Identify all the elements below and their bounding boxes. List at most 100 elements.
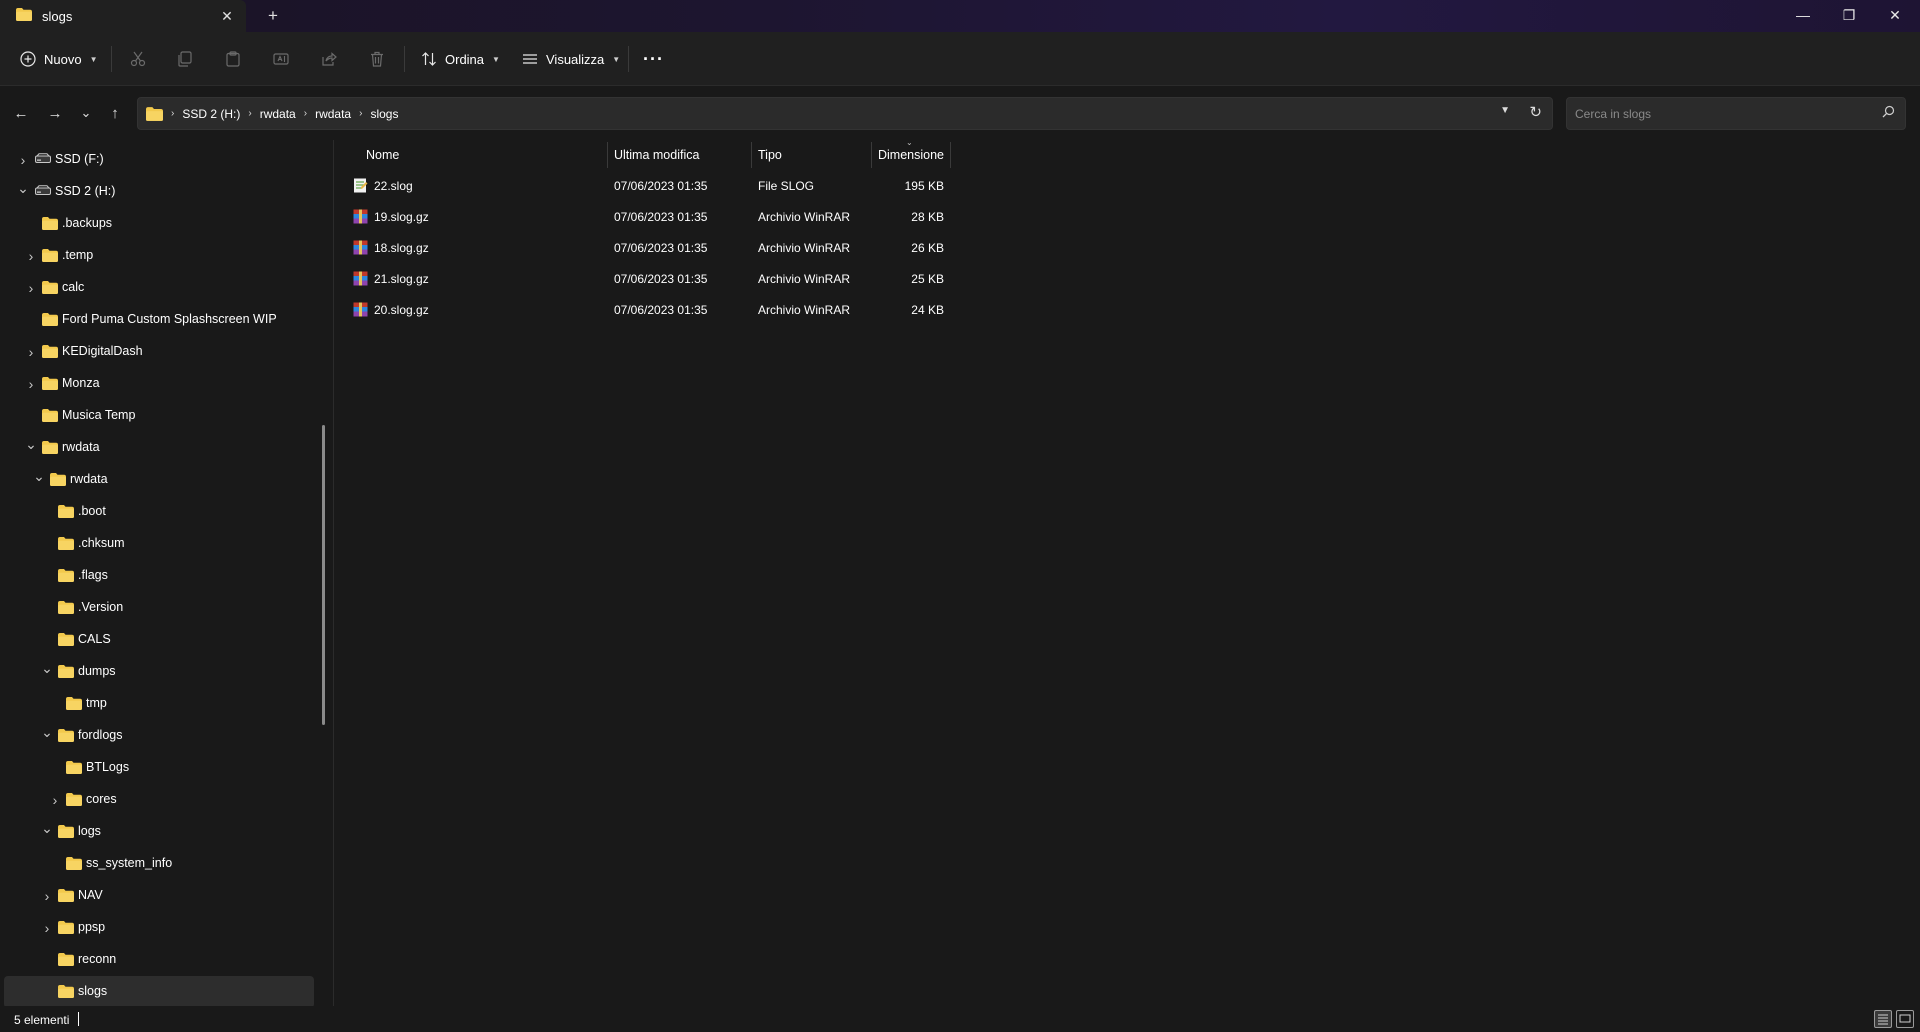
chevron-right-icon[interactable]: › (24, 376, 38, 392)
sidebar-item[interactable]: slogs (4, 976, 314, 1008)
maximize-button[interactable]: ❐ (1826, 0, 1872, 30)
up-button[interactable]: ↑ (102, 100, 128, 126)
back-button[interactable]: ← (8, 100, 34, 126)
sidebar-item[interactable]: .backups (4, 208, 314, 240)
sidebar-item[interactable]: Musica Temp (4, 400, 314, 432)
column-type[interactable]: Tipo (758, 148, 782, 162)
recent-locations-button[interactable]: ⌄ (73, 100, 99, 126)
chevron-right-icon[interactable]: › (48, 792, 62, 808)
sidebar-item[interactable]: › .temp (4, 240, 314, 272)
column-name[interactable]: Nome (366, 148, 399, 162)
pane-divider[interactable] (333, 140, 334, 1006)
sidebar-item[interactable]: ⌄ rwdata (4, 464, 314, 496)
search-icon[interactable] (1882, 105, 1895, 121)
tiles-view-button[interactable] (1896, 1010, 1914, 1028)
sidebar-item[interactable]: CALS (4, 624, 314, 656)
file-modified: 07/06/2023 01:35 (614, 179, 708, 193)
chevron-right-icon: › (248, 108, 252, 119)
search-input[interactable] (1575, 105, 1875, 123)
tab-slogs[interactable]: slogs ✕ (0, 0, 246, 32)
breadcrumb-rwdata[interactable]: rwdata (260, 107, 296, 121)
chevron-right-icon[interactable]: › (16, 152, 30, 168)
details-view-button[interactable] (1874, 1010, 1892, 1028)
column-divider[interactable] (950, 142, 951, 168)
sidebar-item[interactable]: ⌄ rwdata (4, 432, 314, 464)
column-modified[interactable]: Ultima modifica (614, 148, 699, 162)
file-row[interactable]: 18.slog.gz 07/06/2023 01:35 Archivio WinRA… (340, 233, 960, 264)
close-tab-icon[interactable]: ✕ (218, 7, 236, 25)
sidebar-item[interactable]: › calc (4, 272, 314, 304)
file-row[interactable]: 19.slog.gz 07/06/2023 01:35 Archivio WinRA… (340, 202, 960, 233)
sidebar-item[interactable]: › ppsp (4, 912, 314, 944)
sidebar-item[interactable]: › Monza (4, 368, 314, 400)
view-button[interactable]: Visualizza ▼ (522, 42, 620, 76)
sidebar-item[interactable]: › cores (4, 784, 314, 816)
sidebar-item[interactable]: .boot (4, 496, 314, 528)
sidebar-item[interactable]: ss_system_info (4, 848, 314, 880)
chevron-down-icon[interactable]: ⌄ (40, 724, 54, 740)
file-size: 25 KB (911, 272, 944, 286)
delete-icon[interactable] (367, 49, 387, 69)
folder-icon (58, 633, 74, 649)
folder-icon (58, 921, 74, 937)
sidebar-scrollbar[interactable] (322, 425, 325, 725)
sidebar-item[interactable]: tmp (4, 688, 314, 720)
new-button[interactable]: Nuovo ▼ (20, 42, 98, 76)
sidebar-item[interactable]: Ford Puma Custom Splashscreen WIP (4, 304, 314, 336)
address-bar[interactable]: › SSD 2 (H:) › rwdata › rwdata › slogs ▼… (137, 97, 1553, 130)
file-row[interactable]: 21.slog.gz 07/06/2023 01:35 Archivio WinRA… (340, 264, 960, 295)
chevron-down-icon[interactable]: ⌄ (40, 660, 54, 676)
refresh-icon[interactable]: ↻ (1529, 103, 1542, 121)
chevron-right-icon[interactable]: › (24, 248, 38, 264)
paste-icon[interactable] (223, 49, 243, 69)
forward-button[interactable]: → (42, 100, 68, 126)
address-history-chevron-icon[interactable]: ▼ (1500, 105, 1510, 116)
chevron-down-icon[interactable]: ⌄ (40, 820, 54, 836)
sidebar-item-label: .backups (62, 216, 113, 230)
file-size: 24 KB (911, 303, 944, 317)
breadcrumb-drive[interactable]: SSD 2 (H:) (182, 107, 240, 121)
folder-icon (42, 345, 58, 361)
sidebar-item[interactable]: BTLogs (4, 752, 314, 784)
chevron-down-icon[interactable]: ⌄ (32, 468, 46, 484)
sidebar-item[interactable]: › KEDigitalDash (4, 336, 314, 368)
new-tab-button[interactable]: + (262, 5, 284, 27)
chevron-right-icon[interactable]: › (24, 344, 38, 360)
sidebar-item[interactable]: reconn (4, 944, 314, 976)
rename-icon[interactable] (271, 49, 291, 69)
sidebar-item[interactable]: ⌄ SSD 2 (H:) (4, 176, 314, 208)
sidebar-item[interactable]: .flags (4, 560, 314, 592)
sidebar-item[interactable]: ⌄ logs (4, 816, 314, 848)
breadcrumb-rwdata-sub[interactable]: rwdata (315, 107, 351, 121)
column-divider[interactable] (871, 142, 872, 168)
file-size: 26 KB (911, 241, 944, 255)
close-window-button[interactable]: ✕ (1872, 0, 1918, 30)
share-icon[interactable] (319, 49, 339, 69)
more-options-button[interactable]: ··· (643, 42, 664, 76)
sidebar-item[interactable]: ⌄ dumps (4, 656, 314, 688)
minimize-button[interactable]: — (1780, 0, 1826, 30)
cut-icon[interactable] (128, 49, 148, 69)
chevron-right-icon[interactable]: › (40, 920, 54, 936)
sidebar-item[interactable]: .chksum (4, 528, 314, 560)
file-row[interactable]: 20.slog.gz 07/06/2023 01:35 Archivio WinRA… (340, 295, 960, 326)
drive-icon (35, 153, 51, 168)
column-divider[interactable] (607, 142, 608, 168)
chevron-down-icon[interactable]: ⌄ (24, 436, 38, 452)
sort-button[interactable]: Ordina ▼ (421, 42, 500, 76)
sidebar-item[interactable]: › NAV (4, 880, 314, 912)
sidebar-item[interactable]: .Version (4, 592, 314, 624)
file-row[interactable]: 22.slog 07/06/2023 01:35 File SLOG 195 KB (340, 171, 960, 202)
column-divider[interactable] (751, 142, 752, 168)
sidebar-item-label: .chksum (78, 536, 125, 550)
chevron-right-icon[interactable]: › (40, 888, 54, 904)
sidebar-item[interactable]: › SSD (F:) (4, 144, 314, 176)
folder-icon (42, 377, 58, 393)
sidebar-item[interactable]: ⌄ fordlogs (4, 720, 314, 752)
chevron-down-icon[interactable]: ⌄ (16, 180, 30, 196)
breadcrumb-slogs[interactable]: slogs (370, 107, 398, 121)
column-size[interactable]: Dimensione (878, 148, 944, 162)
copy-icon[interactable] (175, 49, 195, 69)
search-box[interactable] (1566, 97, 1906, 130)
chevron-right-icon[interactable]: › (24, 280, 38, 296)
